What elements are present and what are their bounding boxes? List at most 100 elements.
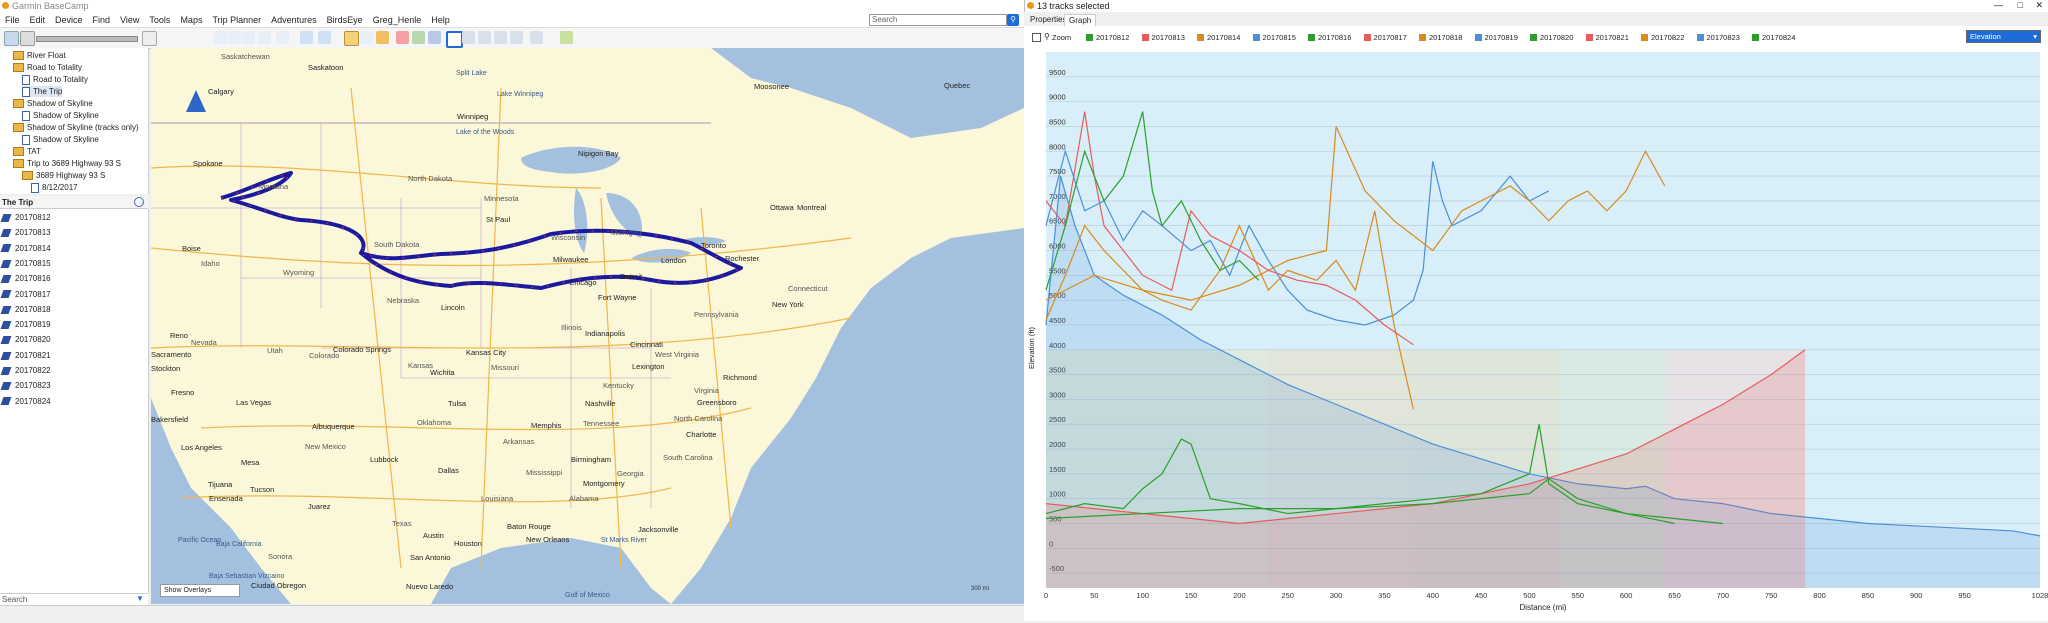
tree-item[interactable]: 3689 Highway 93 S	[22, 170, 105, 181]
track-list-item[interactable]: 20170817	[0, 288, 51, 302]
legend-item[interactable]: 20170820	[1530, 33, 1573, 42]
progress-slider[interactable]	[36, 36, 138, 42]
tree-item[interactable]: Road to Totality	[13, 62, 82, 73]
menu-view[interactable]: View	[115, 12, 144, 25]
adventure-icon[interactable]	[560, 31, 573, 44]
back-icon[interactable]	[4, 31, 19, 46]
legend-item[interactable]: 20170824	[1752, 33, 1795, 42]
maximize-icon[interactable]: □	[2018, 0, 2023, 10]
filter-icon[interactable]: ▼	[136, 594, 144, 603]
3d-view-icon[interactable]	[462, 31, 475, 44]
zoom-tool-icon[interactable]	[360, 31, 373, 44]
track-tool-icon[interactable]	[428, 31, 441, 44]
waypoint-tool-icon[interactable]	[396, 31, 409, 44]
cut-icon[interactable]	[214, 31, 227, 44]
zoom-checkbox[interactable]	[1032, 33, 1041, 42]
tree-item[interactable]: TAT	[13, 146, 41, 157]
tools-dropdown-icon[interactable]	[530, 31, 543, 44]
track-list-item[interactable]: 20170812	[0, 211, 51, 225]
map-place-label: Tulsa	[448, 399, 467, 408]
menu-file[interactable]: File	[0, 12, 25, 25]
track-list-item[interactable]: 20170816	[0, 272, 51, 286]
2d-view-icon[interactable]	[446, 31, 463, 48]
hand-tool-icon[interactable]	[344, 31, 359, 46]
measure-tool-icon[interactable]	[376, 31, 389, 44]
menu-birdseye[interactable]: BirdsEye	[322, 12, 368, 25]
elevation-chart-svg[interactable]: -500050010001500200025003000350040004500…	[1024, 48, 2048, 621]
show-overlays-select[interactable]: Show Overlays	[160, 584, 240, 597]
legend-item[interactable]: 20170821	[1585, 33, 1629, 42]
route-tool-icon[interactable]	[412, 31, 425, 44]
close-icon[interactable]: ✕	[2035, 0, 2043, 11]
redo-icon[interactable]	[276, 31, 289, 44]
tree-item[interactable]: The Trip	[22, 86, 63, 97]
list-settings-icon[interactable]	[134, 197, 144, 207]
track-list-item[interactable]: 20170820	[0, 333, 51, 347]
menu-maps[interactable]: Maps	[175, 12, 207, 25]
tree-item[interactable]: Trip to 3689 Highway 93 S	[13, 158, 121, 169]
legend-item[interactable]: 20170814	[1197, 33, 1240, 42]
receive-from-device-icon[interactable]	[318, 31, 331, 44]
legend-item[interactable]: 20170816	[1308, 33, 1351, 42]
legend-item[interactable]: 20170819	[1474, 33, 1518, 42]
refresh-icon[interactable]	[510, 31, 523, 44]
map-layers-icon[interactable]	[478, 31, 491, 44]
track-list-item[interactable]: 20170815	[0, 257, 51, 271]
menu-edit[interactable]: Edit	[25, 12, 51, 25]
search-icon[interactable]: ⚲	[1007, 14, 1019, 26]
menu-trip-planner[interactable]: Trip Planner	[207, 12, 266, 25]
tree-item[interactable]: Shadow of Skyline	[22, 134, 99, 145]
track-name: 20170812	[15, 213, 51, 222]
map-place-label: West Virginia	[655, 350, 699, 359]
legend-item[interactable]: 20170823	[1696, 33, 1740, 42]
track-list-item[interactable]: 20170822	[0, 364, 51, 378]
list-search-input[interactable]: Search	[2, 595, 27, 604]
tree-item[interactable]: Shadow of Skyline	[22, 110, 99, 121]
legend-label: 20170817	[1373, 33, 1407, 42]
undo-icon[interactable]	[142, 31, 157, 46]
grid-icon[interactable]	[494, 31, 507, 44]
copy-icon[interactable]	[228, 31, 241, 44]
delete-icon[interactable]	[258, 31, 271, 44]
tree-item[interactable]: Road to Totality	[22, 74, 88, 85]
track-list-item[interactable]: 20170814	[0, 242, 51, 256]
map-canvas[interactable]	[151, 48, 1024, 604]
track-list-item[interactable]: 20170819	[0, 318, 51, 332]
track-list-item[interactable]: 20170823	[0, 379, 51, 393]
search-input[interactable]: Search	[869, 14, 1007, 26]
map-view[interactable]: Saskatchewan Saskatoon Calgary Lake Winnipe…	[151, 48, 1024, 604]
tree-item-label: TAT	[27, 147, 41, 156]
stop-icon[interactable]	[20, 31, 35, 46]
tree-item[interactable]: Shadow of Skyline (tracks only)	[13, 122, 139, 133]
menu-help[interactable]: Help	[426, 12, 455, 25]
track-list-item[interactable]: 20170824	[0, 395, 51, 409]
track-list-item[interactable]: 20170818	[0, 303, 51, 317]
menu-find[interactable]: Find	[88, 12, 116, 25]
menu-device[interactable]: Device	[50, 12, 88, 25]
tree-item[interactable]: Shadow of Skyline	[13, 98, 93, 109]
track-name: 20170822	[15, 366, 51, 375]
tree-item[interactable]: River Float	[13, 50, 66, 61]
track-list-item[interactable]: 20170813	[0, 226, 51, 240]
paste-icon[interactable]	[242, 31, 255, 44]
legend-item[interactable]: 20170818	[1419, 33, 1462, 42]
menu-greg-henle[interactable]: Greg_Henle	[368, 12, 427, 25]
menu-adventures[interactable]: Adventures	[266, 12, 322, 25]
map-place-label: Split Lake	[456, 70, 487, 77]
track-list-item[interactable]: 20170821	[0, 349, 51, 363]
track-name: 20170821	[15, 350, 51, 360]
elevation-chart[interactable]: -500 0 500 1000 1500 2000 2500 3000 3500 4000 4500…	[1024, 48, 2048, 621]
tree-item[interactable]: 8/12/2017	[31, 182, 78, 193]
legend-item[interactable]: 20170815	[1252, 33, 1296, 42]
send-to-device-icon[interactable]	[300, 31, 313, 44]
legend-item[interactable]: 20170817	[1363, 33, 1407, 42]
legend-item[interactable]: 20170813	[1141, 33, 1185, 42]
legend-item[interactable]: 20170822	[1641, 33, 1684, 42]
menu-tools[interactable]: Tools	[144, 12, 175, 25]
metric-select[interactable]: Elevation ▾	[1966, 30, 2041, 43]
minimize-icon[interactable]: —	[1994, 0, 2003, 10]
legend-swatch	[1197, 34, 1204, 41]
x-tick-label: 150	[1185, 591, 1198, 600]
basecamp-logo-icon	[1027, 2, 1034, 9]
legend-item[interactable]: 20170812	[1086, 33, 1129, 42]
